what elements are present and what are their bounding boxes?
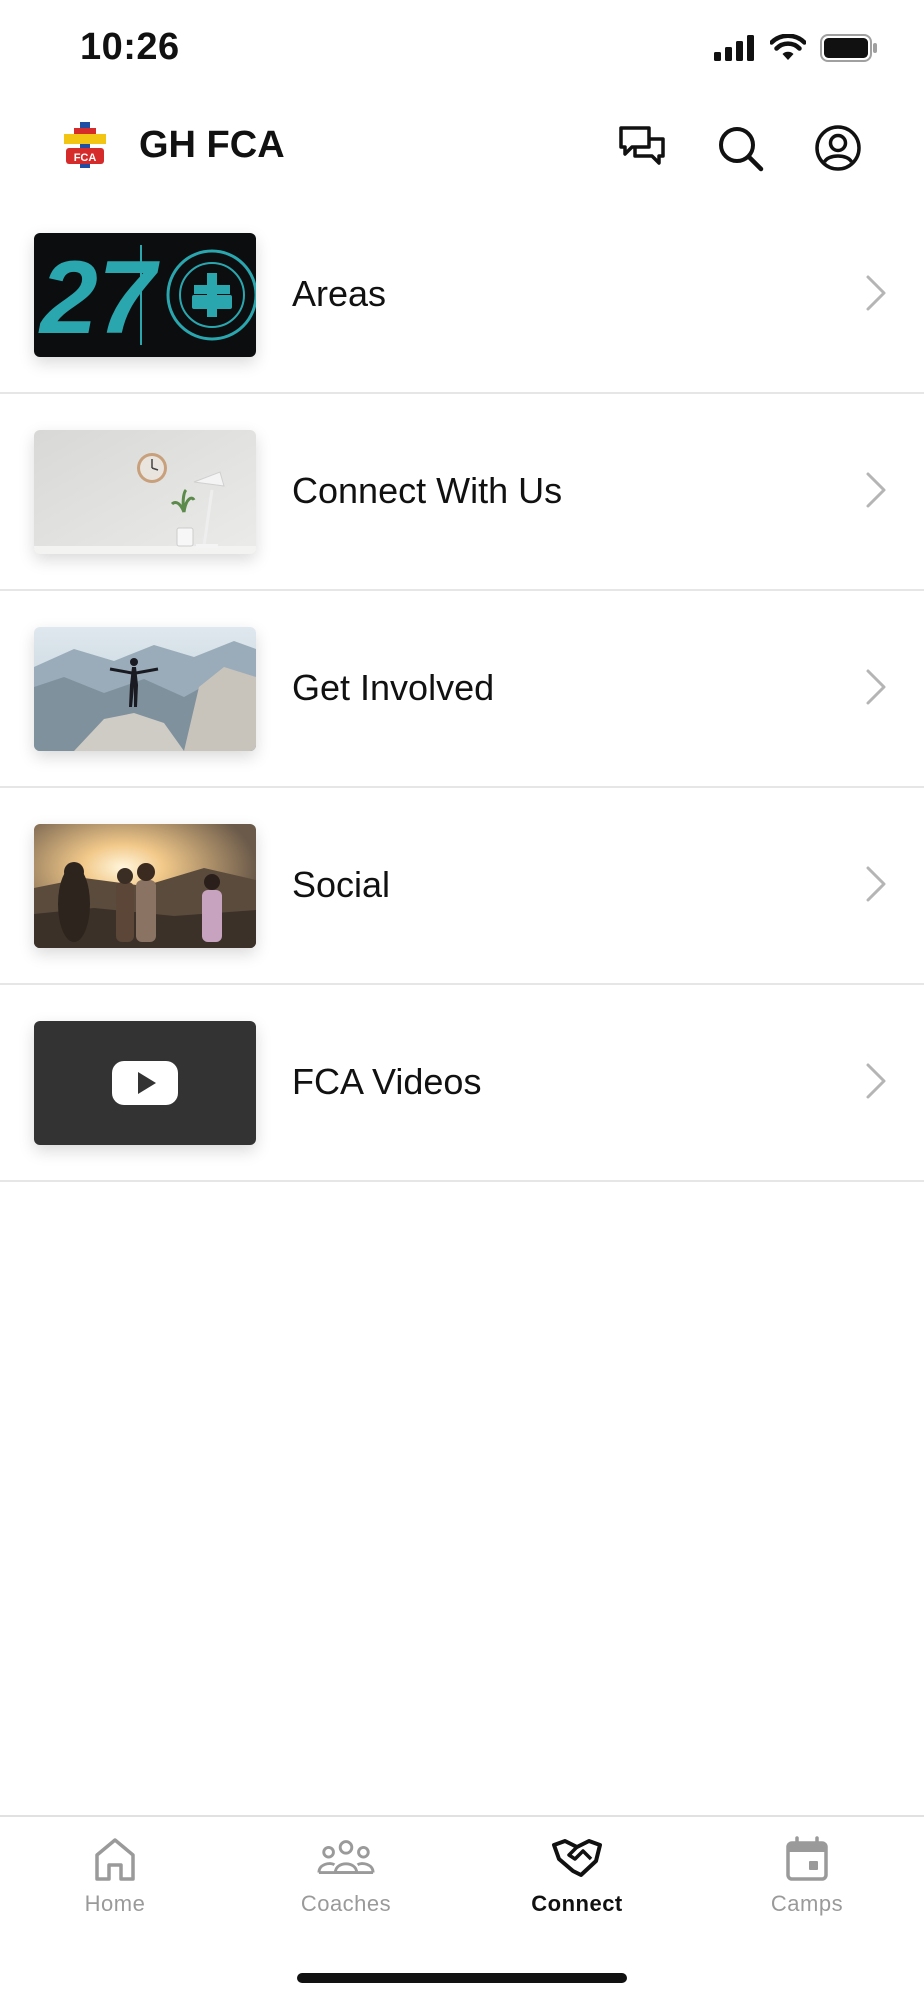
social-thumbnail <box>34 824 256 948</box>
list-item-social[interactable]: Social <box>0 788 924 985</box>
chevron-right-icon <box>866 1063 886 1099</box>
list-item-connect-with-us[interactable]: Connect With Us <box>0 394 924 591</box>
item-label-social: Social <box>292 864 391 905</box>
battery-icon <box>820 34 877 62</box>
fca-logo[interactable]: FCA <box>60 120 110 172</box>
wifi-icon <box>770 34 806 60</box>
tab-label-camps: Camps <box>770 1891 844 1916</box>
status-time: 10:26 <box>80 26 180 68</box>
app-header: FCA GH FCA <box>0 110 924 186</box>
tab-label-connect: Connect <box>531 1891 623 1916</box>
fca-videos-thumbnail <box>34 1021 256 1145</box>
profile-button[interactable] <box>810 120 866 176</box>
item-label-fca-videos: FCA Videos <box>292 1061 482 1102</box>
status-bar: 10:26 <box>0 0 924 100</box>
chevron-right-icon <box>866 669 886 705</box>
list-item-get-involved[interactable]: Get Involved <box>0 591 924 788</box>
item-label-get-involved: Get Involved <box>292 667 495 708</box>
chevron-right-icon <box>866 275 886 311</box>
home-icon <box>95 1838 135 1881</box>
list-item-areas[interactable]: 27 Areas <box>0 197 924 394</box>
tab-coaches[interactable]: Coaches <box>256 1835 436 1935</box>
signal-icon <box>714 35 754 61</box>
logo-text: FCA <box>74 152 97 164</box>
home-indicator[interactable] <box>297 1973 627 1983</box>
search-button[interactable] <box>712 120 768 176</box>
tab-camps[interactable]: Camps <box>717 1835 897 1935</box>
tab-label-coaches: Coaches <box>300 1891 392 1916</box>
tab-connect[interactable]: Connect <box>487 1835 667 1935</box>
screen: 10:26 FCA GH FCA 27 Areas Connect With U… <box>0 0 924 2000</box>
chevron-right-icon <box>866 472 886 508</box>
menu-list: 27 Areas Connect With Us Get Involved So… <box>0 197 924 1182</box>
search-icon <box>719 127 764 172</box>
app-title: GH FCA <box>139 124 285 166</box>
get-involved-thumbnail <box>34 627 256 751</box>
tab-home[interactable]: Home <box>25 1835 205 1935</box>
item-label-connect-with-us: Connect With Us <box>292 470 563 511</box>
areas-thumbnail: 27 <box>34 233 256 357</box>
youtube-icon <box>112 1061 178 1105</box>
status-icons <box>714 34 878 62</box>
tab-label-home: Home <box>84 1891 146 1916</box>
group-icon <box>317 1840 375 1874</box>
chat-icon <box>619 126 665 165</box>
handshake-icon <box>552 1839 602 1877</box>
calendar-icon <box>786 1836 828 1881</box>
connect-with-us-thumbnail <box>34 430 256 554</box>
chat-button[interactable] <box>614 120 670 176</box>
item-label-areas: Areas <box>292 273 387 314</box>
chevron-right-icon <box>866 866 886 902</box>
profile-icon <box>815 125 861 171</box>
list-item-fca-videos[interactable]: FCA Videos <box>0 985 924 1182</box>
